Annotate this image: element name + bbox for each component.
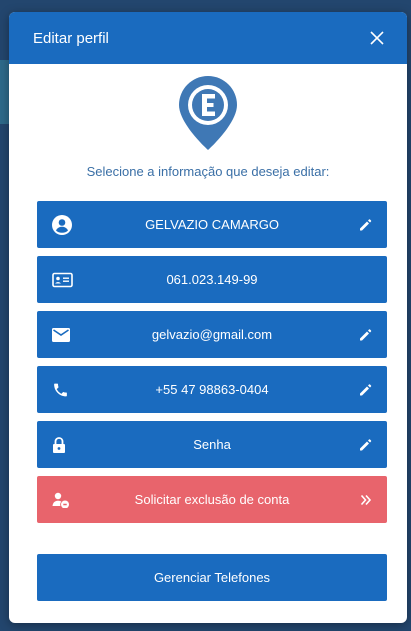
pencil-icon [359,218,372,231]
edit-email-button[interactable]: gelvazio@gmail.com [37,311,387,358]
lock-icon [52,436,66,454]
close-icon[interactable] [367,28,387,48]
options-list: GELVAZIO CAMARGO 061.023.149-99 gelvazio… [9,201,407,601]
edit-phone-button[interactable]: +55 47 98863-0404 [37,366,387,413]
manage-phones-label: Gerenciar Telefones [153,570,271,585]
pencil-icon [359,328,372,341]
map-pin-logo-icon [179,76,237,150]
edit-password-button[interactable]: Senha [37,421,387,468]
account-circle-icon [52,214,72,235]
delete-account-label: Solicitar exclusão de conta [134,492,290,507]
name-label: GELVAZIO CAMARGO [145,217,279,232]
password-label: Senha [193,437,231,452]
phone-label: +55 47 98863-0404 [155,382,269,397]
instruction-text: Selecione a informação que deseja editar… [86,164,330,179]
cpf-label: 061.023.149-99 [166,272,258,287]
edit-profile-modal: Editar perfil Selecione a informação que… [9,12,407,623]
logo [9,74,407,152]
edit-name-button[interactable]: GELVAZIO CAMARGO [37,201,387,248]
modal-title: Editar perfil [33,29,109,47]
double-chevron-right-icon [360,494,372,506]
user-remove-icon [52,492,70,508]
manage-phones-button[interactable]: Gerenciar Telefones [37,554,387,601]
cpf-display[interactable]: 061.023.149-99 [37,256,387,303]
phone-icon [52,381,69,398]
modal-header: Editar perfil [9,12,407,64]
pencil-icon [359,383,372,396]
pencil-icon [359,438,372,451]
mail-icon [52,327,70,342]
request-account-deletion-button[interactable]: Solicitar exclusão de conta [37,476,387,523]
email-label: gelvazio@gmail.com [151,327,273,342]
id-card-icon [52,272,73,287]
